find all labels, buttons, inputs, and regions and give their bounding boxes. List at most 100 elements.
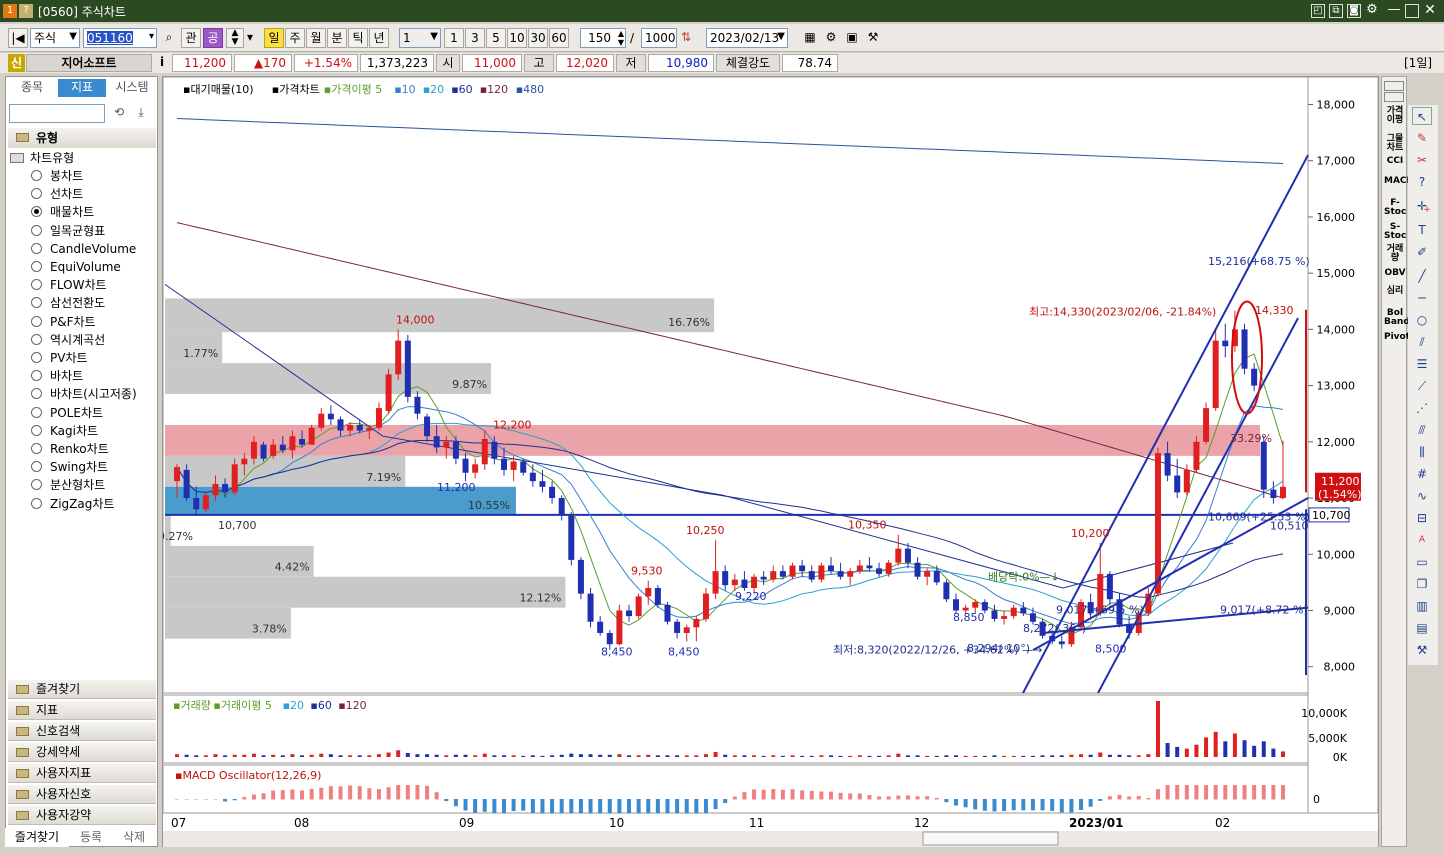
cycle-icon[interactable]: ⫼ [1412, 443, 1432, 461]
indicator-9[interactable]: Bol Band [1384, 309, 1410, 327]
save-icon[interactable]: ▣ [843, 28, 861, 48]
folder-2[interactable]: 신호검색 [8, 722, 156, 741]
date-input[interactable]: 2023/02/13 ▼ [706, 28, 788, 48]
chart-type-13[interactable]: POLE차트 [31, 404, 103, 422]
indicator-3[interactable]: MACD [1384, 177, 1414, 186]
chart-type-18[interactable]: ZigZag차트 [31, 495, 114, 513]
refresh-icon[interactable]: ⟲ [110, 105, 128, 122]
window-icon[interactable]: ▭ [1412, 553, 1432, 571]
folder-3[interactable]: 강세약세 [8, 743, 156, 762]
chart-type-11[interactable]: 바차트 [31, 367, 83, 385]
horizontal-line-icon[interactable]: ─ [1412, 289, 1432, 307]
minimize-icon[interactable]: — [1387, 3, 1401, 18]
quick-5[interactable]: 5 [486, 28, 506, 48]
indicator-5[interactable]: S-Stoc [1384, 223, 1406, 241]
chart-type-7[interactable]: 삼선전환도 [31, 294, 105, 312]
tab-indicators[interactable]: 지표 [58, 79, 106, 97]
btn-gwan[interactable]: 관 [181, 28, 201, 48]
search-icon[interactable]: ⌕ [160, 28, 178, 48]
period-month[interactable]: 월 [306, 28, 326, 48]
circle-icon[interactable]: ○ [1412, 311, 1432, 329]
chevron-down-icon[interactable]: ▾ [244, 28, 256, 48]
market-select[interactable]: 주식 ▼ [30, 28, 80, 48]
chart-area[interactable]: 16.76% 1.77% 9.87% 7.19% 10.55% 0.27% 4.42% 12.… [158, 76, 1380, 848]
wave-icon[interactable]: ∿ [1412, 487, 1432, 505]
btn-gong[interactable]: 공 [203, 28, 223, 48]
wrench-icon[interactable]: ⚒ [1412, 641, 1432, 659]
chart-type-12[interactable]: 바차트(시고저종) [31, 385, 137, 403]
chart-type-2[interactable]: 매물차트 [31, 203, 94, 221]
settings-icon[interactable]: ⚙ [1365, 3, 1379, 18]
chart-type-16[interactable]: Swing차트 [31, 458, 108, 476]
indicator-10[interactable]: Pivot [1384, 333, 1410, 342]
chart-type-4[interactable]: CandleVolume [31, 240, 136, 258]
folder-6[interactable]: 사용자강약 [8, 806, 156, 825]
total-input[interactable]: 1000 [641, 28, 677, 48]
chart-type-6[interactable]: FLOW차트 [31, 276, 107, 294]
chart-type-9[interactable]: 역시계곡선 [31, 331, 105, 349]
chart-type-14[interactable]: Kagi차트 [31, 422, 98, 440]
indicator-2[interactable]: CCI [1384, 157, 1406, 166]
eraser-icon[interactable]: ✎ [1412, 129, 1432, 147]
tools-icon[interactable]: ⚒ [864, 28, 882, 48]
chart-type-8[interactable]: P&F차트 [31, 313, 96, 331]
help-badge[interactable]: ? [19, 4, 33, 18]
chart-type-1[interactable]: 선차트 [31, 185, 83, 203]
chart-type-3[interactable]: 일목균형표 [31, 222, 105, 240]
tab-register[interactable]: 등록 [71, 828, 111, 847]
tab-system[interactable]: 시스템 [108, 79, 156, 97]
count-input[interactable]: 150 ▲ ▼ [580, 28, 626, 48]
fibonacci-icon[interactable]: ☰ [1412, 355, 1432, 373]
chart-type-10[interactable]: PV차트 [31, 349, 88, 367]
indicator-8[interactable]: 심리 [1384, 287, 1406, 296]
ruler-icon[interactable]: ⊟ [1412, 509, 1432, 527]
chart-type-5[interactable]: EquiVolume [31, 258, 121, 276]
tab-stocks[interactable]: 종목 [8, 79, 56, 97]
period-day[interactable]: 일 [264, 28, 284, 48]
bar-chart-icon[interactable]: ▥ [1412, 597, 1432, 615]
stock-code-input[interactable]: 051160 ▾ [83, 28, 157, 48]
period-tick[interactable]: 틱 [348, 28, 368, 48]
stock-name[interactable]: 지어소프트 [26, 54, 152, 72]
delete-all-icon[interactable]: ✂ [1412, 151, 1432, 169]
quick-30[interactable]: 30 [528, 28, 548, 48]
period-week[interactable]: 주 [285, 28, 305, 48]
help-icon[interactable]: ? [1412, 173, 1432, 191]
line-icon[interactable]: ╱ [1412, 267, 1432, 285]
group-header[interactable]: 유형 [8, 128, 156, 148]
close-icon[interactable]: ✕ [1423, 3, 1437, 18]
indicator-7[interactable]: OBV [1384, 269, 1406, 278]
grid-icon[interactable]: # [1412, 465, 1432, 483]
tab-delete[interactable]: 삭제 [113, 828, 155, 847]
quick-10[interactable]: 10 [507, 28, 527, 48]
reload-icon[interactable]: ⇅ [678, 28, 694, 48]
pin-icon[interactable]: ◰ [1311, 4, 1325, 18]
scroll-up-icon[interactable] [1384, 81, 1404, 91]
quick-1[interactable]: 1 [444, 28, 464, 48]
spin-arrows[interactable]: ▲ ▼ [226, 28, 244, 48]
quick-3[interactable]: 3 [465, 28, 485, 48]
prev-stock-icon[interactable]: |◀ [8, 28, 28, 48]
calendar-icon[interactable]: ▦ [801, 28, 819, 48]
link-icon[interactable]: ⧉ [1329, 4, 1343, 18]
folder-0[interactable]: 즐겨찾기 [8, 680, 156, 699]
indicator-1[interactable]: 그물차트 [1384, 135, 1406, 153]
fan-icon[interactable]: ⋰ [1412, 399, 1432, 417]
text-icon[interactable]: T [1412, 221, 1432, 239]
copy-icon[interactable]: ❐ [1412, 575, 1432, 593]
chart-type-0[interactable]: 봉차트 [31, 167, 83, 185]
gear-icon[interactable]: ⚙ [822, 28, 840, 48]
period-year[interactable]: 년 [369, 28, 389, 48]
table-icon[interactable]: ▤ [1412, 619, 1432, 637]
chart-type-17[interactable]: 분산형차트 [31, 476, 105, 494]
quick-60[interactable]: 60 [549, 28, 569, 48]
stock-chart[interactable]: 16.76% 1.77% 9.87% 7.19% 10.55% 0.27% 4.42% 12.… [158, 76, 1380, 848]
channel-icon[interactable]: ⫽ [1412, 333, 1432, 351]
interval-select[interactable]: 1 ▼ [399, 28, 441, 48]
tab-favorites[interactable]: 즐겨찾기 [5, 828, 69, 847]
indicator-4[interactable]: F-Stoc [1384, 199, 1406, 217]
folder-4[interactable]: 사용자지표 [8, 764, 156, 783]
folder-5[interactable]: 사용자신호 [8, 785, 156, 804]
auto-icon[interactable]: A [1412, 531, 1432, 549]
maximize-icon[interactable] [1405, 4, 1419, 18]
